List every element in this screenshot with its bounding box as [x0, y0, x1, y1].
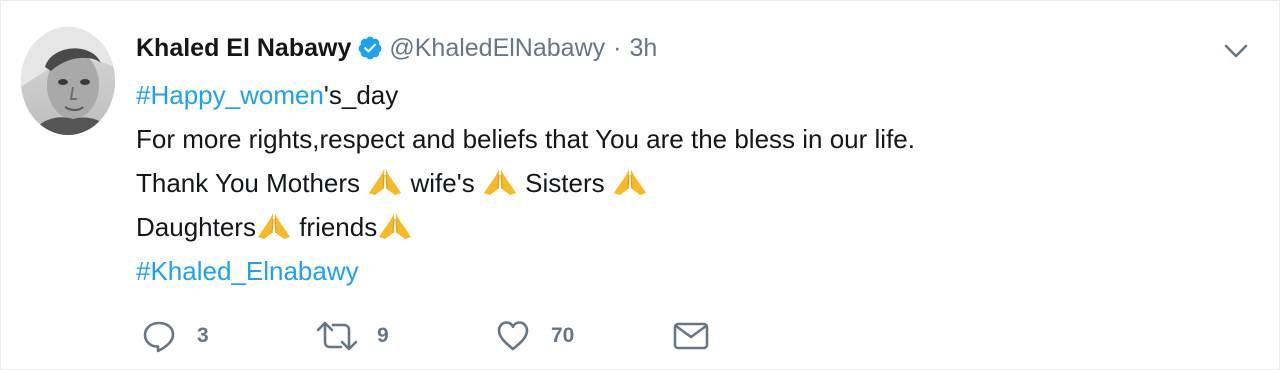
- reply-button[interactable]: 3: [141, 315, 209, 357]
- chevron-down-icon[interactable]: [1221, 39, 1251, 63]
- reply-icon: [143, 321, 175, 353]
- author-name[interactable]: Khaled El Nabawy: [136, 34, 351, 63]
- tweet-line-1: #Happy_women's_day: [136, 73, 1216, 117]
- tweet-line-2: For more rights,respect and beliefs that…: [136, 117, 1216, 161]
- like-count: 70: [551, 324, 575, 347]
- tweet-text-segment: Sisters: [517, 168, 612, 198]
- tweet-header: Khaled El Nabawy @KhaledElNabawy · 3h: [136, 31, 657, 65]
- tweet-text: #Happy_women's_day For more rights,respe…: [136, 73, 1216, 293]
- folded-hands-emoji-icon: [256, 210, 292, 240]
- folded-hands-emoji-icon: [377, 210, 413, 240]
- direct-message-button[interactable]: [671, 315, 711, 357]
- tweet-text-segment: Daughters: [136, 212, 256, 242]
- avatar-image: [21, 27, 115, 135]
- folded-hands-emoji-icon: [367, 166, 403, 196]
- reply-count: 3: [197, 324, 209, 347]
- tweet-line-4: Daughters friends: [136, 205, 1216, 249]
- retweet-icon: [316, 321, 358, 351]
- retweet-count: 9: [377, 324, 389, 347]
- like-button[interactable]: 70: [495, 315, 574, 357]
- folded-hands-emoji-icon: [612, 166, 648, 196]
- author-handle[interactable]: @KhaledElNabawy: [389, 34, 605, 63]
- tweet-timestamp[interactable]: 3h: [629, 34, 657, 63]
- heart-icon: [497, 321, 529, 351]
- envelope-icon: [673, 322, 709, 350]
- tweet-card[interactable]: Khaled El Nabawy @KhaledElNabawy · 3h #H…: [0, 0, 1280, 370]
- tweet-text-segment: 's_day: [323, 80, 399, 110]
- tweet-text-segment: For more rights,respect and beliefs that…: [136, 124, 915, 154]
- tweet-text-segment: wife's: [403, 168, 482, 198]
- tweet-line-3: Thank You Mothers wife's Sisters: [136, 161, 1216, 205]
- verified-badge-icon: [357, 35, 383, 61]
- retweet-button[interactable]: 9: [315, 315, 389, 357]
- separator-dot: ·: [613, 33, 622, 62]
- tweet-text-segment: Thank You Mothers: [136, 168, 368, 198]
- hashtag-link[interactable]: #Khaled_Elnabawy: [136, 256, 359, 286]
- tweet-text-segment: friends: [291, 212, 378, 242]
- hashtag-link[interactable]: #Happy_women: [136, 80, 324, 110]
- folded-hands-emoji-icon: [482, 166, 518, 196]
- tweet-line-5: #Khaled_Elnabawy: [136, 249, 1216, 293]
- avatar[interactable]: [21, 27, 115, 135]
